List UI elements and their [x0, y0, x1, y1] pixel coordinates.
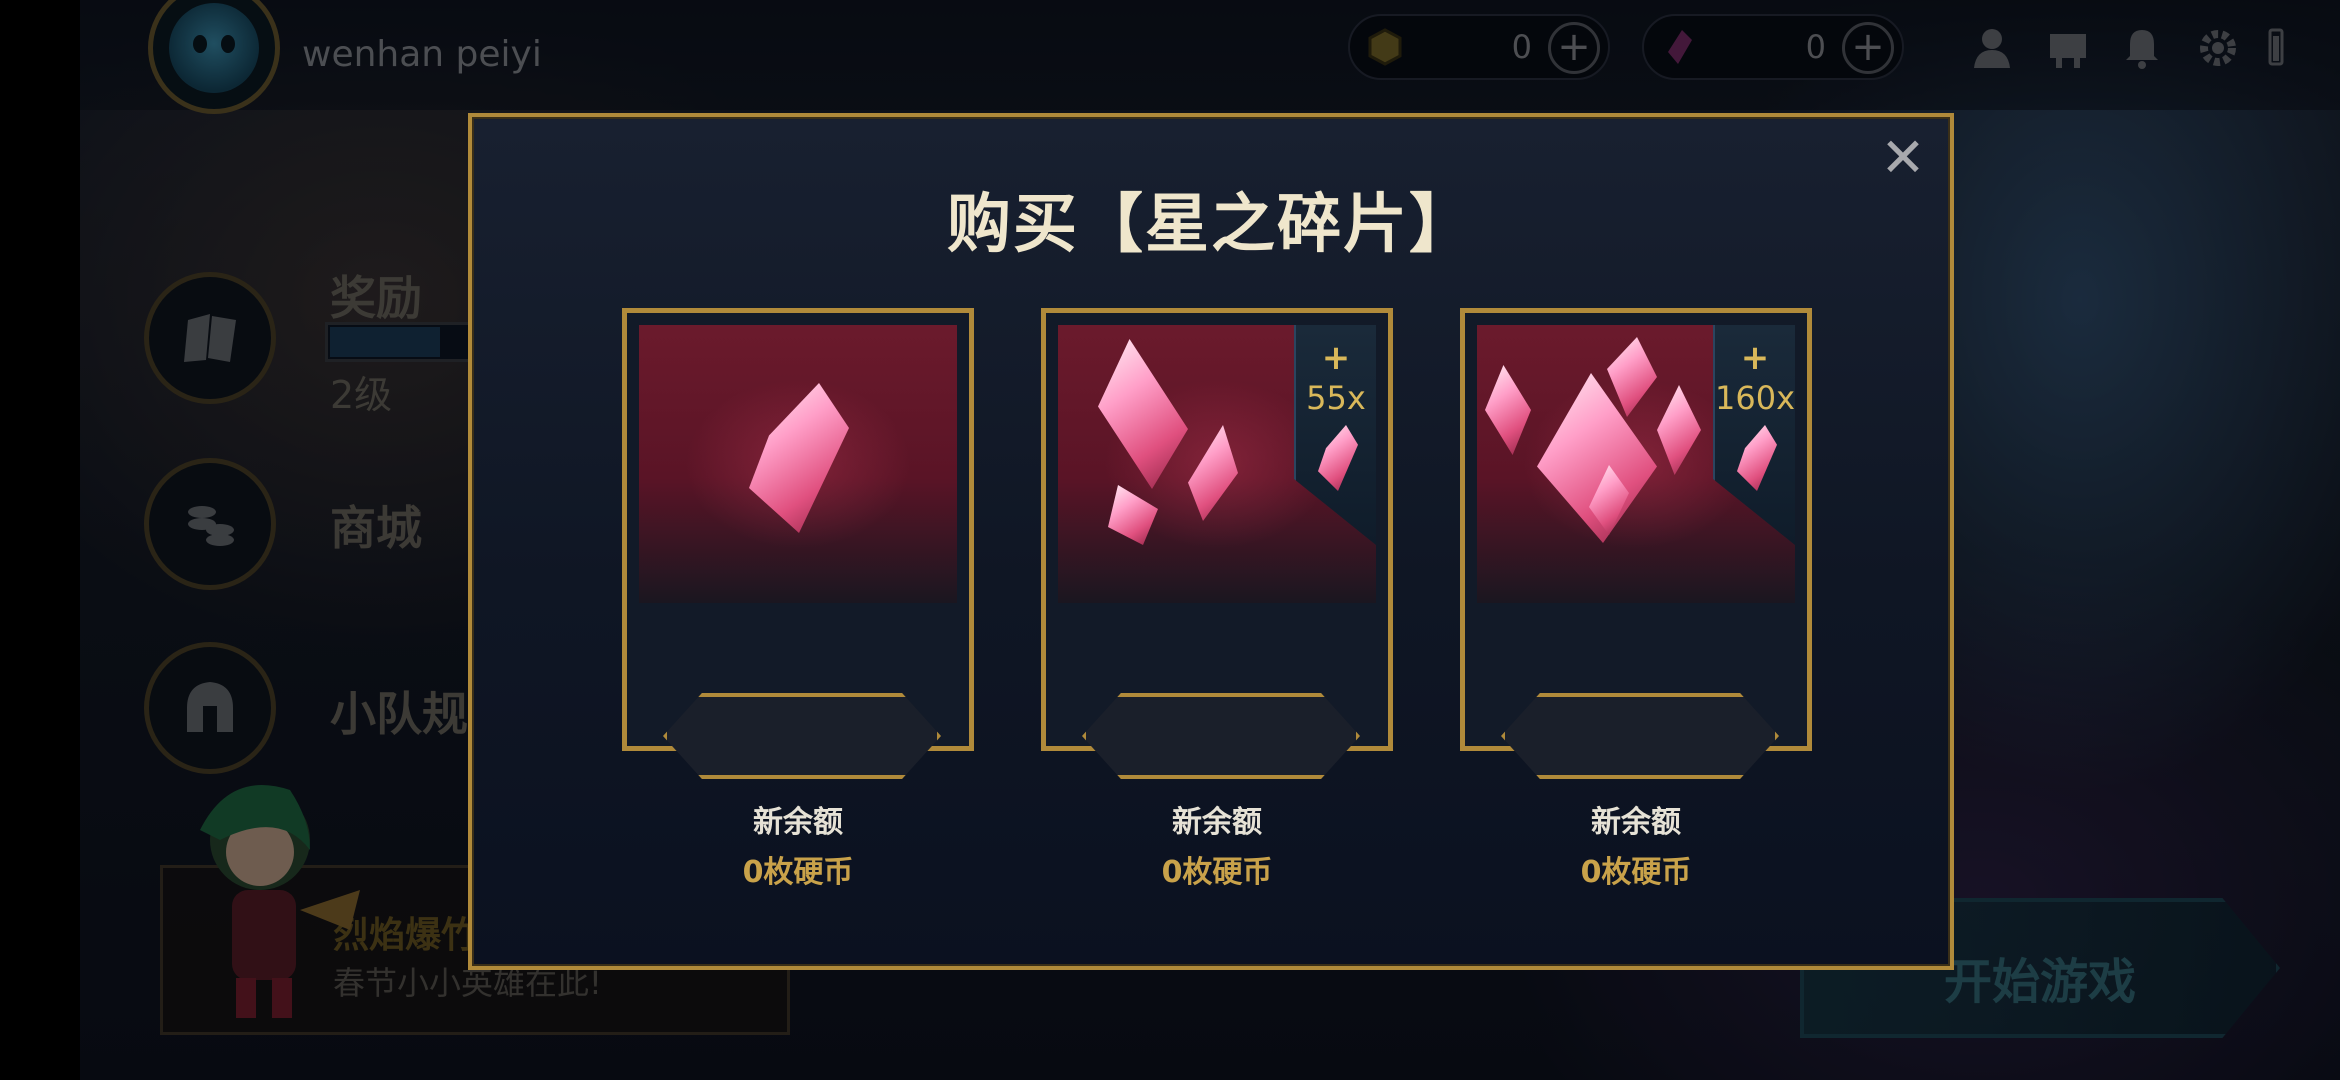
balance-label: 新余额 [753, 805, 843, 840]
crystal-icon [1188, 425, 1238, 521]
bonus-plus: + [1321, 338, 1351, 378]
balance-3: 新余额 0枚硬币 [1460, 797, 1812, 891]
purchase-dialog: 购买【星之碎片】 ✕ 新余额 0枚硬币 + 55x 新余额 0枚硬币 + 160… [468, 113, 1954, 970]
crystal-icon [1657, 385, 1701, 475]
bundle-art-1 [639, 325, 957, 603]
balance-value: 0枚硬币 [1580, 855, 1692, 890]
balance-1: 新余额 0枚硬币 [622, 797, 974, 891]
bonus-multiplier: 160x [1715, 379, 1796, 417]
close-icon[interactable]: ✕ [1878, 131, 1928, 185]
balance-label: 新余额 [1591, 805, 1681, 840]
balance-value: 0枚硬币 [742, 855, 854, 890]
crystal-icon [1098, 339, 1188, 489]
crystal-icon [749, 383, 849, 533]
crystal-icon [1485, 365, 1531, 455]
buy-button-3[interactable] [1501, 693, 1779, 779]
mini-crystal-icon [1318, 425, 1358, 491]
bundle-card-2[interactable]: + 55x [1041, 308, 1393, 779]
balance-label: 新余额 [1172, 805, 1262, 840]
crystal-icon [1607, 337, 1657, 417]
bonus-plus: + [1740, 338, 1770, 378]
dialog-title: 购买【星之碎片】 [947, 188, 1475, 262]
bonus-multiplier: 55x [1306, 379, 1366, 417]
mini-crystal-icon [1737, 425, 1777, 491]
bundle-card-3[interactable]: + 160x [1460, 308, 1812, 779]
buy-button-2[interactable] [1082, 693, 1360, 779]
balance-2: 新余额 0枚硬币 [1041, 797, 1393, 891]
bundle-card-1[interactable] [622, 308, 974, 779]
crystal-icon [1108, 485, 1158, 545]
balance-value: 0枚硬币 [1161, 855, 1273, 890]
buy-button-1[interactable] [663, 693, 941, 779]
